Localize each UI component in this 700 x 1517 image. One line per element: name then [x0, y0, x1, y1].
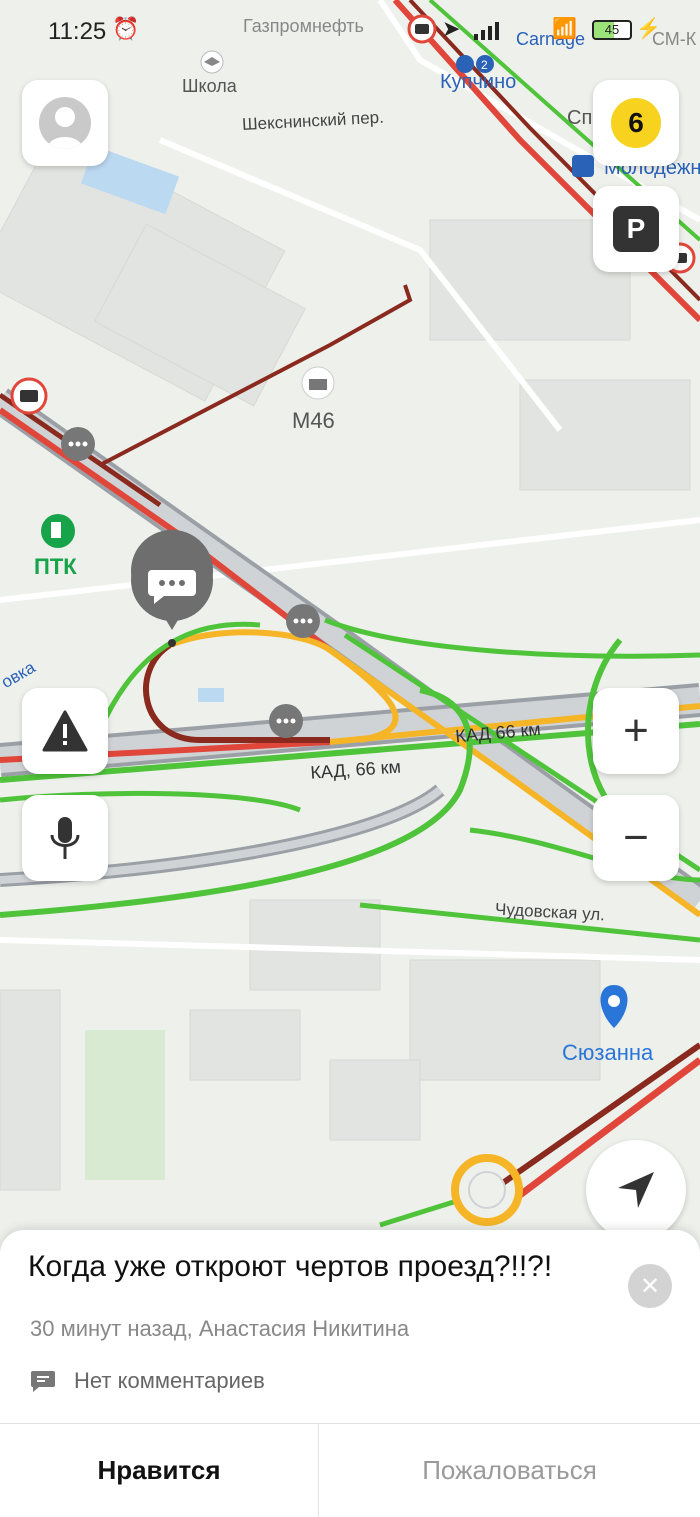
my-location-button[interactable] — [586, 1140, 686, 1240]
road-comment-icon[interactable] — [269, 704, 303, 738]
zoom-out-button[interactable]: − — [593, 795, 679, 881]
comment-sheet: Когда уже откроют чертов проезд?!!?! ✕ 3… — [0, 1230, 700, 1517]
status-bar: 11:25 ⏰ ➤ 📶 45 ⚡ — [0, 0, 700, 62]
report-incident-button[interactable] — [22, 688, 108, 774]
comments-count-text: Нет комментариев — [74, 1368, 265, 1393]
office-icon — [301, 366, 335, 400]
road-comment-icon[interactable] — [286, 604, 320, 638]
road-comment-icon[interactable] — [61, 427, 95, 461]
profile-button[interactable] — [22, 80, 108, 166]
gas-station-icon — [41, 514, 75, 548]
parking-icon: P — [613, 206, 659, 252]
comment-text: Когда уже откроют чертов проезд?!!?! — [28, 1250, 553, 1283]
navigation-arrow-icon: ➤ — [442, 16, 461, 41]
battery-icon: 45 — [592, 20, 632, 40]
like-button[interactable]: Нравится — [0, 1424, 318, 1517]
label-suzanna: Сюзанна — [562, 1040, 654, 1065]
microphone-icon — [50, 817, 80, 859]
label-sp: Сп — [567, 107, 592, 129]
zoom-in-button[interactable]: + — [593, 688, 679, 774]
charging-icon: ⚡ — [636, 18, 661, 40]
comment-meta: 30 минут назад, Анастасия Никитина — [30, 1316, 410, 1341]
comments-link[interactable]: Нет комментариев — [30, 1368, 265, 1394]
alarm-icon: ⏰ — [112, 16, 140, 41]
traffic-level-button[interactable]: 6 — [593, 80, 679, 166]
parking-button[interactable]: P — [593, 186, 679, 272]
avatar — [39, 97, 91, 149]
metro-station-icon — [572, 155, 594, 177]
wifi-icon: 📶 — [552, 18, 577, 40]
label-kupchino: Купчино — [440, 71, 516, 93]
label-ptk: ПТК — [34, 554, 77, 579]
report-button[interactable]: Пожаловаться — [319, 1424, 700, 1517]
traffic-level-badge: 6 — [611, 98, 661, 148]
warning-icon — [42, 710, 88, 752]
voice-assistant-button[interactable] — [22, 795, 108, 881]
signal-icon — [474, 22, 499, 40]
label-m46: М46 — [292, 408, 335, 433]
location-arrow-icon — [618, 1172, 654, 1208]
label-school: Школа — [182, 76, 238, 96]
close-icon: ✕ — [639, 1272, 661, 1300]
comment-icon — [31, 1371, 55, 1392]
camera-icon — [10, 377, 48, 415]
status-time: 11:25 — [48, 18, 107, 45]
close-button[interactable]: ✕ — [628, 1264, 672, 1308]
